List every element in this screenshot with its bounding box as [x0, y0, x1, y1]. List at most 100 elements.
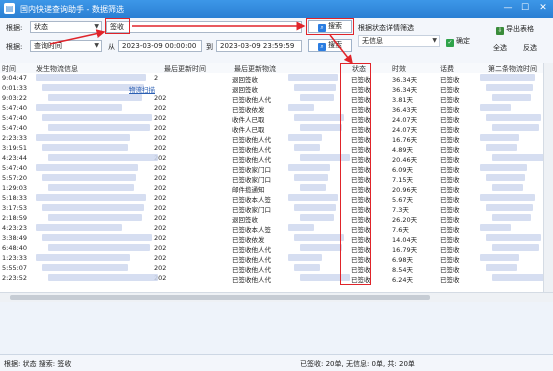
- redacted-block: [288, 164, 330, 171]
- redacted-block: [48, 94, 142, 101]
- redacted-block: [486, 174, 525, 181]
- results-table: 9:04:47 2 退回签收 已签收 36.34天 已签收 0:01:33 退回签收 已签收 36…: [0, 73, 553, 292]
- redacted-block: [42, 234, 152, 241]
- redacted-block: [36, 74, 146, 81]
- redacted-block: [480, 134, 519, 141]
- cell-last-update-time: 202: [154, 184, 167, 192]
- cell-last-update-time: 202: [154, 164, 167, 172]
- table-row[interactable]: 1:29:03 202 邮件揽通知 已签收 20.96天 已签收: [0, 183, 553, 194]
- redacted-block: [492, 94, 531, 101]
- redacted-block: [48, 124, 150, 131]
- table-row[interactable]: 5:18:33 202 已签收本人签 已签收 5.67天 已签收: [0, 193, 553, 204]
- redacted-block: [48, 214, 142, 221]
- cell-time: 4:23:23: [2, 224, 28, 232]
- cell-time: 5:57:20: [2, 174, 28, 182]
- cell-time: 5:47:40: [2, 164, 28, 172]
- redacted-block: [300, 124, 342, 131]
- redacted-block: [48, 244, 150, 251]
- cell-last-update-time: 202: [154, 224, 167, 232]
- redacted-block: [288, 74, 338, 81]
- redacted-block: [288, 254, 322, 261]
- cell-time: 5:47:40: [2, 104, 28, 112]
- cell-last-update-time: 202: [154, 94, 167, 102]
- redacted-block: [42, 174, 136, 181]
- table-row[interactable]: 6:48:40 202 已签收他人代 已签收 16.79天 已签收: [0, 243, 553, 254]
- cell-time: 5:18:33: [2, 194, 28, 202]
- redacted-block: [492, 274, 547, 281]
- table-row[interactable]: 3:17:53 202 已签收家门口 已签收 7.3天 已签收: [0, 203, 553, 214]
- redacted-block: [294, 84, 336, 91]
- redacted-block: [288, 224, 314, 231]
- redacted-block: [294, 114, 344, 121]
- table-row[interactable]: 5:47:40 202 收件人已取 已签收 24.07天 已签收: [0, 113, 553, 124]
- table-row[interactable]: 5:47:40 202 已签收依发 已签收 36.43天 已签收: [0, 103, 553, 114]
- redacted-block: [36, 254, 130, 261]
- scroll-thumb[interactable]: [10, 295, 430, 300]
- table-row[interactable]: 0:01:33 退回签收 已签收 36.34天 已签收: [0, 83, 553, 94]
- redacted-block: [42, 264, 128, 271]
- redacted-block: [48, 184, 134, 191]
- cell-time: 3:19:51: [2, 144, 28, 152]
- redacted-block: [300, 244, 342, 251]
- table-row[interactable]: 4:23:44 202 已签收他人代 已签收 20.46天 已签收: [0, 153, 553, 164]
- cell-time: 5:47:40: [2, 124, 28, 132]
- redacted-block: [492, 244, 539, 251]
- redacted-block: [36, 164, 138, 171]
- redacted-block: [42, 144, 128, 151]
- redacted-block: [36, 104, 122, 111]
- redacted-block: [480, 254, 519, 261]
- redacted-block: [36, 194, 146, 201]
- cell-last-update-time: 202: [154, 174, 167, 182]
- cell-time: 2:23:33: [2, 134, 28, 142]
- status-bar: 根据: 状态 搜索: 签收 已签收: 20单, 无信息: 0单, 共: 20单: [0, 354, 553, 371]
- redacted-block: [480, 104, 511, 111]
- vertical-scrollbar[interactable]: [543, 63, 553, 292]
- table-row[interactable]: 5:47:40 202 收件人已取 已签收 24.07天 已签收: [0, 123, 553, 134]
- table-row[interactable]: 2:23:52 202 已签收他人代 已签收 6.24天 已签收: [0, 273, 553, 284]
- table-row[interactable]: 2:18:59 202 退回签收 已签收 26.20天 已签收: [0, 213, 553, 224]
- cell-last-update: 已签收他人代: [232, 276, 271, 284]
- redacted-block: [300, 94, 334, 101]
- redacted-block: [480, 224, 511, 231]
- cell-last-update-time: 202: [154, 254, 167, 262]
- table-row[interactable]: 9:04:47 2 退回签收 已签收 36.34天 已签收: [0, 73, 553, 84]
- redacted-block: [48, 154, 158, 161]
- highlight-status-column: [340, 63, 371, 285]
- redacted-block: [492, 214, 531, 221]
- redacted-block: [300, 214, 334, 221]
- redacted-block: [288, 134, 322, 141]
- cell-time: 9:03:22: [2, 94, 28, 102]
- cell-time: 2:18:59: [2, 214, 28, 222]
- table-row[interactable]: 2:23:33 202 已签收他人代 已签收 16.76天 已签收: [0, 133, 553, 144]
- cell-last-update-time: 202: [154, 234, 167, 242]
- table-row[interactable]: 9:03:22 202 已签收他人代 已签收 3.81天 已签收: [0, 93, 553, 104]
- cell-last-update-time: 202: [154, 104, 167, 112]
- redacted-block: [294, 264, 320, 271]
- cell-last-update-time: 202: [154, 204, 167, 212]
- redacted-block: [288, 104, 314, 111]
- redacted-block: [480, 194, 535, 201]
- table-row[interactable]: 5:47:40 202 已签收家门口 已签收 6.09天 已签收: [0, 163, 553, 174]
- table-row[interactable]: 3:38:49 202 已签收依发 已签收 14.04天 已签收: [0, 233, 553, 244]
- redacted-block: [294, 234, 344, 241]
- cell-last-update-time: 202: [154, 214, 167, 222]
- redacted-block: [492, 154, 547, 161]
- cell-duration: 6.24天: [392, 276, 413, 284]
- cell-time: 5:55:07: [2, 264, 28, 272]
- redacted-block: [492, 184, 523, 191]
- cell-time: 9:04:47: [2, 74, 28, 82]
- status-filter-text: 根据: 状态 搜索: 签收: [4, 360, 72, 368]
- table-row[interactable]: 5:55:07 202 已签收他人代 已签收 8.54天 已签收: [0, 263, 553, 274]
- table-row[interactable]: 4:23:23 202 已签收本人签 已签收 7.6天 已签收: [0, 223, 553, 234]
- table-row[interactable]: 3:19:51 202 已签收他人代 已签收 4.89天 已签收: [0, 143, 553, 154]
- logistics-scan-link[interactable]: 物流扫描: [129, 84, 155, 94]
- cell-last-update-time: 202: [154, 144, 167, 152]
- redacted-block: [42, 204, 144, 211]
- redacted-block: [294, 204, 336, 211]
- table-row[interactable]: 1:23:33 202 已签收他人代 已签收 6.98天 已签收: [0, 253, 553, 264]
- cell-time: 1:29:03: [2, 184, 28, 192]
- cell-last-update-time: 202: [154, 264, 167, 272]
- horizontal-scrollbar[interactable]: [0, 292, 553, 302]
- redacted-block: [492, 124, 539, 131]
- table-row[interactable]: 5:57:20 202 已签收家门口 已签收 7.15天 已签收: [0, 173, 553, 184]
